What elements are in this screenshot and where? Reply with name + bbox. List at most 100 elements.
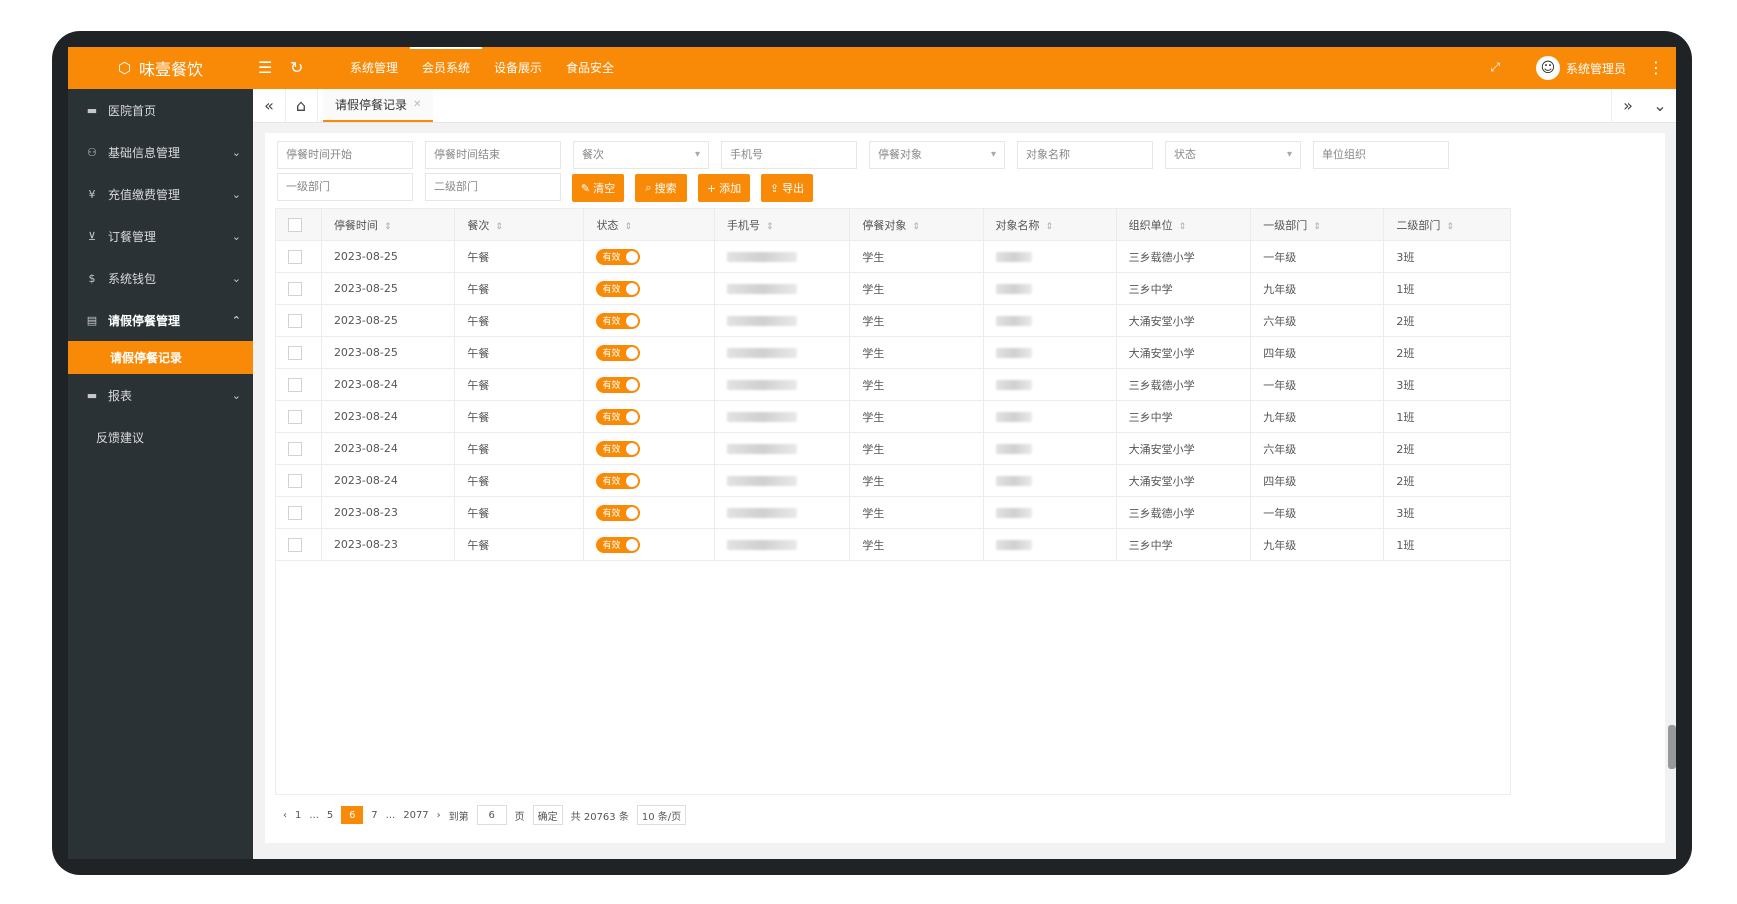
column-header[interactable]: 对象名称 ⇕ xyxy=(983,208,1117,241)
total-count: 共 20763 条 xyxy=(570,811,629,823)
home-icon[interactable]: ⌂ xyxy=(285,89,318,122)
sidebar-item[interactable]: ▬ 报表 ⌄ xyxy=(68,374,253,416)
column-header[interactable]: 组织单位 ⇕ xyxy=(1116,208,1252,241)
sort-icon[interactable]: ⇕ xyxy=(624,222,632,232)
per-page-select[interactable]: 10 条/页 xyxy=(636,805,687,825)
sidebar-item[interactable]: $ 系统钱包 ⌄ xyxy=(68,257,253,299)
more-vertical-icon[interactable]: ⋮ xyxy=(1648,58,1664,77)
status-toggle[interactable]: 有效 xyxy=(596,280,641,297)
refresh-icon[interactable]: ↻ xyxy=(290,58,303,77)
column-header[interactable]: 餐次 ⇕ xyxy=(454,208,585,241)
table-cell: 三乡中学 xyxy=(1116,400,1252,433)
status-toggle[interactable]: 有效 xyxy=(596,408,641,425)
page-number[interactable]: 2077 xyxy=(403,810,428,821)
prev-page-icon[interactable]: ‹ xyxy=(283,810,287,821)
tab-leave-records[interactable]: 请假停餐记录 ✕ xyxy=(323,89,434,122)
tabs-scroll-right-icon[interactable]: » xyxy=(1611,89,1644,122)
toggle-knob xyxy=(626,378,639,391)
sidebar-item[interactable]: ⚇ 基础信息管理 ⌄ xyxy=(68,131,253,173)
filter-field[interactable]: 状态 xyxy=(1165,141,1301,169)
topnav-item[interactable]: 会员系统 xyxy=(410,47,483,89)
row-checkbox[interactable] xyxy=(288,313,302,328)
chevron-down-icon: ⌄ xyxy=(231,271,241,285)
page-scrollbar[interactable] xyxy=(1668,725,1676,769)
filter-field[interactable]: 单位组织 xyxy=(1313,141,1449,169)
sort-icon[interactable]: ⇕ xyxy=(912,222,920,232)
sidebar-item-feedback[interactable]: 反馈建议 xyxy=(68,416,253,458)
sidebar-item[interactable]: ▤ 请假停餐管理 ⌃ xyxy=(68,299,253,341)
table-cell: 2023-08-24 xyxy=(321,400,456,433)
sidebar-item-label: 请假停餐管理 xyxy=(108,313,181,328)
row-checkbox[interactable] xyxy=(288,377,302,392)
filter-field[interactable]: 餐次 xyxy=(573,141,709,169)
sort-icon[interactable]: ⇕ xyxy=(1179,222,1187,232)
app-logo[interactable]: ⬡ 味壹餐饮 xyxy=(68,47,253,89)
next-page-icon[interactable]: › xyxy=(437,810,441,821)
row-checkbox[interactable] xyxy=(288,249,302,264)
goto-confirm-button[interactable]: 确定 xyxy=(532,805,563,825)
status-toggle[interactable]: 有效 xyxy=(596,312,641,329)
sort-icon[interactable]: ⇕ xyxy=(495,222,503,232)
status-toggle[interactable]: 有效 xyxy=(596,472,641,489)
fullscreen-icon[interactable]: ⤢ xyxy=(1490,60,1500,75)
table-row: 2023-08-25 午餐 有效 学生 大涌安堂小学 六年级 2班 xyxy=(275,304,1511,337)
close-icon[interactable]: ✕ xyxy=(413,99,421,110)
topnav-item[interactable]: 食品安全 xyxy=(554,47,626,89)
sort-icon[interactable]: ⇕ xyxy=(384,222,392,232)
filter-field[interactable]: 停餐对象 xyxy=(869,141,1005,169)
table-cell: 学生 xyxy=(849,368,984,401)
sidebar-subitem-active[interactable]: 请假停餐记录 xyxy=(68,341,253,374)
column-header[interactable]: 一级部门 ⇕ xyxy=(1250,208,1385,241)
column-header[interactable]: 二级部门 ⇕ xyxy=(1383,208,1511,241)
menu-toggle-icon[interactable]: ☰ xyxy=(258,58,272,77)
export-button[interactable]: ⇪ 导出 xyxy=(761,174,813,202)
filter-field[interactable]: 手机号 xyxy=(721,141,857,169)
row-checkbox[interactable] xyxy=(288,345,302,360)
sort-icon[interactable]: ⇕ xyxy=(766,222,774,232)
topnav-item[interactable]: 设备展示 xyxy=(482,47,554,89)
user-menu[interactable]: ☺ 系统管理员 xyxy=(1535,47,1626,89)
status-label: 有效 xyxy=(602,285,621,295)
row-checkbox[interactable] xyxy=(288,473,302,488)
page-number[interactable]: 1 xyxy=(295,810,301,821)
column-header[interactable]: 状态 ⇕ xyxy=(583,208,716,241)
name-cell xyxy=(983,240,1117,273)
add-button[interactable]: + 添加 xyxy=(698,174,750,202)
redacted-phone xyxy=(727,380,798,390)
status-label: 有效 xyxy=(602,253,621,263)
filter-field[interactable]: 停餐时间结束 xyxy=(425,141,561,169)
status-toggle[interactable]: 有效 xyxy=(596,344,641,361)
column-header[interactable]: 手机号 ⇕ xyxy=(714,208,851,241)
column-header[interactable]: 停餐对象 ⇕ xyxy=(849,208,984,241)
sort-icon[interactable]: ⇕ xyxy=(1046,222,1054,232)
filter-field[interactable]: 停餐时间开始 xyxy=(277,141,413,169)
sort-icon[interactable]: ⇕ xyxy=(1446,222,1454,232)
tabs-scroll-left-icon[interactable]: « xyxy=(253,89,286,122)
page-number[interactable]: 6 xyxy=(341,806,364,824)
goto-page-input[interactable]: 6 xyxy=(476,805,507,825)
sidebar-item[interactable]: ¥ 充值缴费管理 ⌄ xyxy=(68,173,253,215)
page-number[interactable]: 5 xyxy=(327,810,333,821)
row-checkbox[interactable] xyxy=(288,441,302,456)
clear-button[interactable]: ✎ 清空 xyxy=(572,174,624,202)
select-all-checkbox[interactable] xyxy=(288,217,302,232)
status-toggle[interactable]: 有效 xyxy=(596,440,641,457)
avatar: ☺ xyxy=(1535,56,1560,80)
column-header[interactable]: 停餐时间 ⇕ xyxy=(321,208,456,241)
table-cell: 午餐 xyxy=(454,240,585,273)
status-toggle[interactable]: 有效 xyxy=(596,376,641,393)
chevron-down-icon[interactable]: ⌄ xyxy=(1644,89,1676,122)
page-number[interactable]: 7 xyxy=(371,810,377,821)
status-toggle[interactable]: 有效 xyxy=(596,248,641,265)
filter-field[interactable]: 二级部门 xyxy=(425,173,561,201)
status-cell: 有效 xyxy=(583,336,716,369)
filter-field[interactable]: 一级部门 xyxy=(277,173,413,201)
sidebar-item[interactable]: ⊻ 订餐管理 ⌄ xyxy=(68,215,253,257)
search-button[interactable]: ⌕ 搜索 xyxy=(635,174,687,202)
row-checkbox[interactable] xyxy=(288,409,302,424)
filter-field[interactable]: 对象名称 xyxy=(1017,141,1153,169)
topnav-item[interactable]: 系统管理 xyxy=(338,47,410,89)
sidebar-item[interactable]: ▬ 医院首页 xyxy=(68,89,253,131)
row-checkbox[interactable] xyxy=(288,281,302,296)
sort-icon[interactable]: ⇕ xyxy=(1313,222,1321,232)
